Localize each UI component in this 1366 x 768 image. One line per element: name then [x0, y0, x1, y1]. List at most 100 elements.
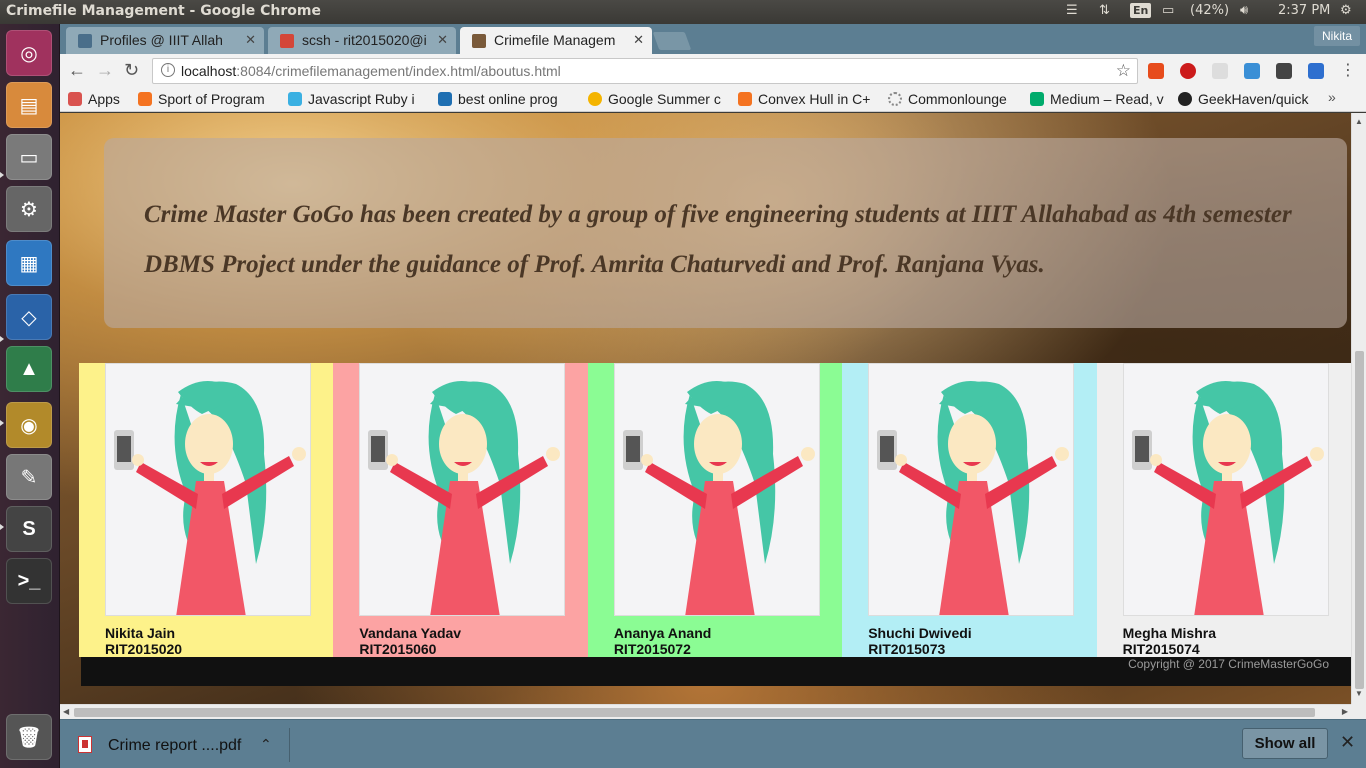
- member-name: Vandana Yadav: [359, 625, 462, 641]
- close-tab-icon[interactable]: ✕: [245, 32, 256, 48]
- team-member-card: Shuchi Dwivedi RIT2015073: [842, 363, 1097, 657]
- close-tab-icon[interactable]: ✕: [633, 32, 644, 48]
- trash-icon[interactable]: 🗑︎: [6, 714, 52, 760]
- back-arrow-icon[interactable]: ←: [68, 60, 86, 81]
- scroll-thumb[interactable]: [74, 708, 1315, 717]
- text-editor-icon[interactable]: ✎: [6, 454, 52, 500]
- power-gear-icon[interactable]: ⚙: [1340, 3, 1352, 18]
- blogger-icon: [138, 92, 152, 106]
- reload-icon[interactable]: ↻: [124, 60, 139, 81]
- gmail-icon: [280, 34, 294, 48]
- lightning-icon: [288, 92, 302, 106]
- bookmark-item[interactable]: Javascript Ruby i: [288, 91, 424, 107]
- address-bar[interactable]: i localhost:8084/crimefilemanagement/ind…: [152, 58, 1138, 84]
- shield-extension-icon[interactable]: [1308, 63, 1324, 79]
- horizontal-scrollbar[interactable]: ◀ ▶: [60, 704, 1351, 719]
- terminal-icon[interactable]: >_: [6, 558, 52, 604]
- tab-crimefile[interactable]: Crimefile Managem ✕: [460, 27, 652, 54]
- forward-arrow-icon[interactable]: →: [96, 60, 114, 81]
- running-indicator: [0, 336, 4, 342]
- menu-indicator-icon[interactable]: ☰: [1066, 3, 1078, 18]
- team-member-card: Nikita Jain RIT2015020: [79, 363, 334, 657]
- divider: [289, 728, 290, 762]
- bookmark-item[interactable]: Commonlounge: [888, 91, 1024, 107]
- scroll-up-arrow-icon[interactable]: ▲: [1355, 117, 1363, 126]
- document-icon: [78, 34, 92, 48]
- bookmark-item[interactable]: GeekHaven/quick: [1178, 91, 1318, 107]
- new-tab-button[interactable]: [652, 32, 692, 50]
- member-name: Nikita Jain: [105, 625, 176, 641]
- ubuntu-dash-icon[interactable]: ◎: [6, 30, 52, 76]
- page-viewport: Crime Master GoGo has been created by a …: [60, 113, 1351, 704]
- member-avatar: [868, 363, 1075, 616]
- profile-button[interactable]: Nikita: [1313, 26, 1360, 46]
- medium-icon: [1030, 92, 1044, 106]
- scroll-thumb[interactable]: [1355, 351, 1364, 689]
- blogger-icon: [738, 92, 752, 106]
- bookmark-item[interactable]: Sport of Program: [138, 91, 274, 107]
- tab-label: Profiles @ IIIT Allah: [100, 32, 223, 48]
- footer: Copyright @ 2017 CrimeMasterGoGo: [81, 657, 1351, 686]
- bookmarks-bar: Apps Sport of Program Javascript Ruby i …: [60, 88, 1366, 112]
- team-member-card: Vandana Yadav RIT2015060: [333, 363, 588, 657]
- vertical-scrollbar[interactable]: ▲ ▼: [1351, 113, 1366, 704]
- team-section: Nikita Jain RIT2015020 Vandana Yadav RIT…: [79, 363, 1351, 657]
- scroll-down-arrow-icon[interactable]: ▼: [1355, 689, 1363, 698]
- member-avatar: [359, 363, 566, 616]
- android-studio-icon[interactable]: ▲: [6, 346, 52, 392]
- close-icon[interactable]: ✕: [1340, 732, 1355, 753]
- clock[interactable]: 2:37 PM: [1278, 3, 1330, 18]
- bookmark-star-icon[interactable]: ☆: [1116, 61, 1131, 81]
- chrome-icon[interactable]: ◉: [6, 402, 52, 448]
- about-text: Crime Master GoGo has been created by a …: [144, 201, 1292, 278]
- writer-icon[interactable]: ▦: [6, 240, 52, 286]
- bookmark-item[interactable]: Google Summer c: [588, 91, 724, 107]
- files-icon[interactable]: ▭: [6, 134, 52, 180]
- office-extension-icon[interactable]: [1148, 63, 1164, 79]
- tab-label: Crimefile Managem: [494, 32, 616, 48]
- more-bookmarks-chevron-icon[interactable]: »: [1328, 89, 1336, 105]
- impress-icon[interactable]: ▤: [6, 82, 52, 128]
- member-roll-number: RIT2015073: [868, 641, 946, 657]
- sublime-text-icon[interactable]: S: [6, 506, 52, 552]
- show-all-button[interactable]: Show all: [1242, 728, 1328, 759]
- tab-profiles[interactable]: Profiles @ IIIT Allah ✕: [66, 27, 264, 54]
- member-name: Shuchi Dwivedi: [868, 625, 972, 641]
- running-indicator: [0, 524, 4, 530]
- settings-icon[interactable]: ⚙: [6, 186, 52, 232]
- menu-kebab-icon[interactable]: ⋮: [1340, 60, 1356, 80]
- member-roll-number: RIT2015060: [359, 641, 437, 657]
- volume-icon[interactable]: 🔊︎: [1240, 3, 1248, 18]
- member-roll-number: RIT2015020: [105, 641, 183, 657]
- bookmark-item[interactable]: best online prog: [438, 91, 574, 107]
- info-icon[interactable]: i: [161, 63, 175, 77]
- team-member-card: Ananya Anand RIT2015072: [587, 363, 843, 657]
- scroll-right-arrow-icon[interactable]: ▶: [1342, 707, 1348, 716]
- close-tab-icon[interactable]: ✕: [437, 32, 448, 48]
- bookmark-item[interactable]: Convex Hull in C+: [738, 91, 874, 107]
- member-roll-number: RIT2015072: [613, 641, 691, 657]
- apps-grid-icon: [68, 92, 82, 106]
- download-bar: Crime report ....pdf ⌃ Show all ✕: [60, 719, 1366, 768]
- scroll-left-arrow-icon[interactable]: ◀: [63, 707, 69, 716]
- member-avatar: [1122, 363, 1329, 616]
- battery-percent[interactable]: (42%): [1190, 3, 1229, 18]
- opera-extension-icon[interactable]: [1180, 63, 1196, 79]
- network-icon[interactable]: ⇅: [1099, 3, 1110, 18]
- url-path: :8084/crimefilemanagement/index.html/abo…: [236, 63, 561, 79]
- member-name: Megha Mishra: [1122, 625, 1216, 641]
- member-roll-number: RIT2015074: [1122, 641, 1200, 657]
- virtualbox-icon[interactable]: ◇: [6, 294, 52, 340]
- bookmark-apps[interactable]: Apps: [68, 91, 136, 107]
- s-extension-icon[interactable]: [1212, 63, 1228, 79]
- pdf-file-icon: [78, 736, 92, 753]
- bookmark-item[interactable]: Medium – Read, v: [1030, 91, 1166, 107]
- tab-gmail[interactable]: scsh - rit2015020@i ✕: [268, 27, 456, 54]
- extension-icon[interactable]: [1244, 63, 1260, 79]
- tab-strip: Profiles @ IIIT Allah ✕ scsh - rit201502…: [60, 24, 1366, 54]
- browser-toolbar: ← → ↻ i localhost:8084/crimefilemanageme…: [60, 54, 1366, 88]
- battery-icon[interactable]: ▭: [1162, 3, 1174, 18]
- keyboard-indicator[interactable]: En: [1130, 3, 1152, 18]
- chevron-up-icon[interactable]: ⌃: [260, 736, 272, 753]
- extension-icon[interactable]: [1276, 63, 1292, 79]
